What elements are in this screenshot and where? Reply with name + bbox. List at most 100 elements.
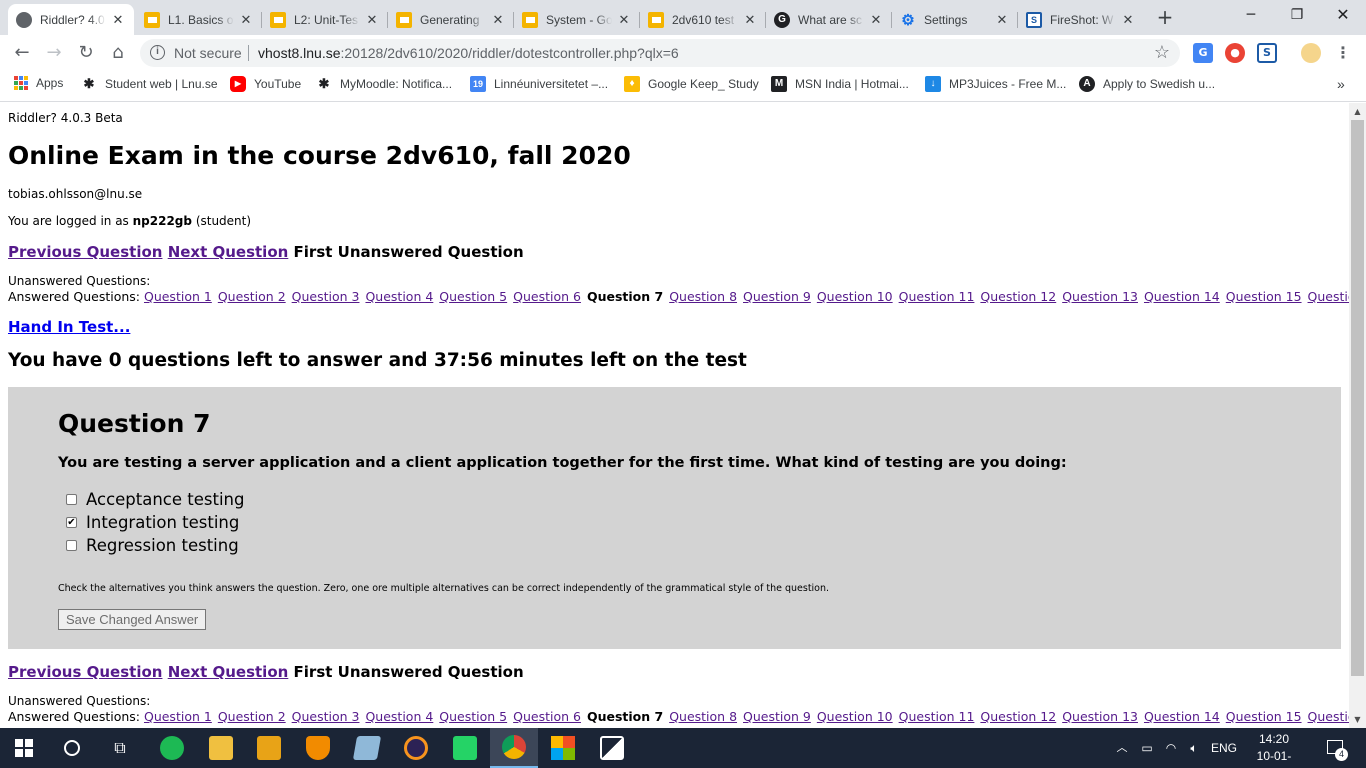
question-link-11[interactable]: Question 11 (899, 289, 975, 304)
page-scrollbar[interactable]: ▲ ▼ (1349, 103, 1366, 728)
scrollbar-thumb[interactable] (1351, 120, 1364, 676)
wifi-icon[interactable]: ◠ (1160, 728, 1182, 768)
bookmark-star-icon[interactable]: ☆ (1154, 42, 1170, 63)
question-link-4[interactable]: Question 4 (365, 289, 433, 304)
close-icon[interactable]: ✕ (868, 12, 884, 28)
option-checkbox[interactable] (66, 494, 77, 505)
scroll-down-arrow[interactable]: ▼ (1349, 711, 1366, 728)
minimize-button[interactable]: ─ (1228, 0, 1274, 30)
option-acceptance-testing[interactable]: Acceptance testing (66, 490, 244, 509)
restore-button[interactable]: ❐ (1274, 0, 1320, 30)
question-link-3[interactable]: Question 3 (292, 289, 360, 304)
next-question-link[interactable]: Next Question (168, 663, 289, 681)
language-indicator[interactable]: ENG (1208, 728, 1240, 768)
reload-button[interactable]: ↻ (73, 40, 99, 66)
search-icon[interactable] (48, 728, 96, 768)
question-link-10[interactable]: Question 10 (817, 709, 893, 724)
question-link-12[interactable]: Question 12 (980, 289, 1056, 304)
scroll-up-arrow[interactable]: ▲ (1349, 103, 1366, 120)
tab-2dv610-test[interactable]: 2dv610 test ✕ (640, 4, 766, 35)
more-bookmarks-button[interactable]: » (1337, 76, 1345, 92)
google-translate-icon[interactable]: G (1193, 43, 1213, 63)
bookmark-apps[interactable]: Apps (14, 76, 63, 90)
bookmark-apply-swedish[interactable]: A Apply to Swedish u... (1079, 76, 1215, 92)
extension-icon[interactable]: ● (1225, 43, 1245, 63)
avast-shield-icon[interactable] (294, 728, 342, 768)
question-link-15[interactable]: Question 15 (1226, 709, 1302, 724)
question-link-16[interactable]: Question 16 (1308, 709, 1349, 724)
option-checkbox[interactable] (66, 540, 77, 551)
bookmark-youtube[interactable]: ▶ YouTube (230, 76, 301, 92)
info-icon[interactable]: i (150, 45, 165, 60)
window-close-button[interactable]: ✕ (1320, 0, 1366, 30)
chevron-up-icon[interactable]: ︿ (1112, 728, 1132, 768)
tab-what-are[interactable]: G What are sc ✕ (766, 4, 892, 35)
new-tab-button[interactable]: + (1153, 6, 1177, 30)
close-icon[interactable]: ✕ (994, 12, 1010, 28)
back-button[interactable]: ← (9, 40, 35, 66)
question-link-9[interactable]: Question 9 (743, 709, 811, 724)
fireshot-icon[interactable]: S (1257, 43, 1277, 63)
tab-riddler[interactable]: Riddler? 4.0.3 Beta ✕ (8, 4, 134, 35)
bookmark-student-web[interactable]: ✱ Student web | Lnu.se (81, 76, 218, 92)
file-explorer-user-icon[interactable] (197, 728, 245, 768)
next-question-link[interactable]: Next Question (168, 243, 289, 261)
question-link-5[interactable]: Question 5 (439, 289, 507, 304)
bookmark-mp3juices[interactable]: ↓ MP3Juices - Free M... (925, 76, 1066, 92)
question-link-15[interactable]: Question 15 (1226, 289, 1302, 304)
whatsapp-icon[interactable] (441, 728, 489, 768)
question-link-14[interactable]: Question 14 (1144, 289, 1220, 304)
question-link-14[interactable]: Question 14 (1144, 709, 1220, 724)
question-link-13[interactable]: Question 13 (1062, 289, 1138, 304)
question-link-8[interactable]: Question 8 (669, 709, 737, 724)
volume-icon[interactable]: 🔈︎ (1182, 728, 1206, 768)
security-label[interactable]: Not secure (174, 45, 242, 61)
option-checkbox[interactable]: ✔ (66, 517, 77, 528)
bookmark-mymoodle[interactable]: ✱ MyMoodle: Notifica... (316, 76, 453, 92)
question-link-1[interactable]: Question 1 (144, 709, 212, 724)
question-link-6[interactable]: Question 6 (513, 709, 581, 724)
save-answer-button[interactable]: Save Changed Answer (58, 609, 207, 630)
notification-center-icon[interactable]: 4 (1320, 728, 1350, 768)
close-icon[interactable]: ✕ (364, 12, 380, 28)
eclipse-icon[interactable] (392, 728, 440, 768)
question-link-11[interactable]: Question 11 (899, 709, 975, 724)
option-integration-testing[interactable]: ✔ Integration testing (66, 513, 239, 532)
question-link-2[interactable]: Question 2 (218, 709, 286, 724)
question-link-1[interactable]: Question 1 (144, 289, 212, 304)
question-link-6[interactable]: Question 6 (513, 289, 581, 304)
avatar[interactable] (1301, 43, 1321, 63)
tab-l2-unit-tests[interactable]: L2: Unit-Tes ✕ (262, 4, 388, 35)
close-icon[interactable]: ✕ (490, 12, 506, 28)
question-link-4[interactable]: Question 4 (365, 709, 433, 724)
close-icon[interactable]: ✕ (238, 12, 254, 28)
chrome-taskbar-icon[interactable] (490, 728, 538, 768)
bookmark-msn[interactable]: M MSN India | Hotmai... (771, 76, 909, 92)
address-bar[interactable]: i Not secure vhost8.lnu.se:20128/2dv610/… (140, 39, 1180, 67)
home-button[interactable]: ⌂ (105, 40, 131, 66)
file-explorer-icon[interactable] (245, 728, 293, 768)
option-label[interactable]: Acceptance testing (86, 490, 244, 509)
tab-l1-basics[interactable]: L1. Basics of ✕ (136, 4, 262, 35)
task-view-icon[interactable]: ⧉ (96, 728, 144, 768)
tab-generating[interactable]: Generating ✕ (388, 4, 514, 35)
bookmark-google-keep[interactable]: ♦ Google Keep_ Study (624, 76, 759, 92)
question-link-12[interactable]: Question 12 (980, 709, 1056, 724)
question-link-2[interactable]: Question 2 (218, 289, 286, 304)
tab-system[interactable]: System - Go ✕ (514, 4, 640, 35)
question-link-8[interactable]: Question 8 (669, 289, 737, 304)
option-regression-testing[interactable]: Regression testing (66, 536, 239, 555)
menu-icon[interactable]: ⋮ (1333, 43, 1353, 63)
spotify-icon[interactable] (148, 728, 196, 768)
battery-icon[interactable]: ▭ (1136, 728, 1158, 768)
previous-question-link[interactable]: Previous Question (8, 243, 162, 261)
question-link-3[interactable]: Question 3 (292, 709, 360, 724)
question-link-9[interactable]: Question 9 (743, 289, 811, 304)
close-icon[interactable]: ✕ (742, 12, 758, 28)
close-icon[interactable]: ✕ (1120, 12, 1136, 28)
tab-fireshot[interactable]: S FireShot: W ✕ (1018, 4, 1144, 35)
notes-app-icon[interactable] (343, 728, 391, 768)
question-link-5[interactable]: Question 5 (439, 709, 507, 724)
tab-settings[interactable]: ⚙ Settings ✕ (892, 4, 1018, 35)
option-label[interactable]: Integration testing (86, 513, 239, 532)
